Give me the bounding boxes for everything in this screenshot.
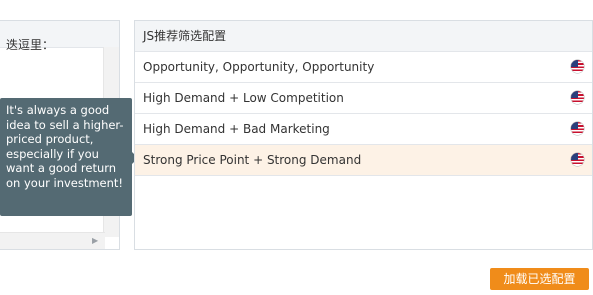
config-row-opportunity[interactable]: Opportunity, Opportunity, Opportunity bbox=[135, 52, 592, 83]
us-flag-icon bbox=[571, 122, 584, 135]
config-row-label: Opportunity, Opportunity, Opportunity bbox=[143, 60, 375, 74]
info-tooltip: It's always a good idea to sell a higher… bbox=[0, 98, 138, 216]
config-row-high-demand-bad-marketing[interactable]: High Demand + Bad Marketing bbox=[135, 114, 592, 145]
config-row-label: High Demand + Bad Marketing bbox=[143, 122, 330, 136]
config-row-high-demand-low-competition[interactable]: High Demand + Low Competition bbox=[135, 83, 592, 114]
horizontal-scrollbar[interactable] bbox=[0, 232, 105, 249]
load-selected-config-button[interactable]: 加载已选配置 bbox=[490, 268, 589, 290]
stage: 迭逗里： ▲ ▼ ▶ It's always a good idea to se… bbox=[0, 0, 593, 295]
config-row-strong-price-point[interactable]: Strong Price Point + Strong Demand bbox=[135, 145, 592, 176]
panel-title: JS推荐筛选配置 bbox=[135, 21, 592, 52]
us-flag-icon bbox=[571, 60, 584, 73]
left-panel-text: 迭逗里： bbox=[6, 38, 55, 52]
config-row-label: Strong Price Point + Strong Demand bbox=[143, 153, 362, 167]
us-flag-icon bbox=[571, 91, 584, 104]
us-flag-icon bbox=[571, 153, 584, 166]
recommended-config-panel: JS推荐筛选配置 Opportunity, Opportunity, Oppor… bbox=[134, 20, 593, 250]
config-row-label: High Demand + Low Competition bbox=[143, 91, 344, 105]
